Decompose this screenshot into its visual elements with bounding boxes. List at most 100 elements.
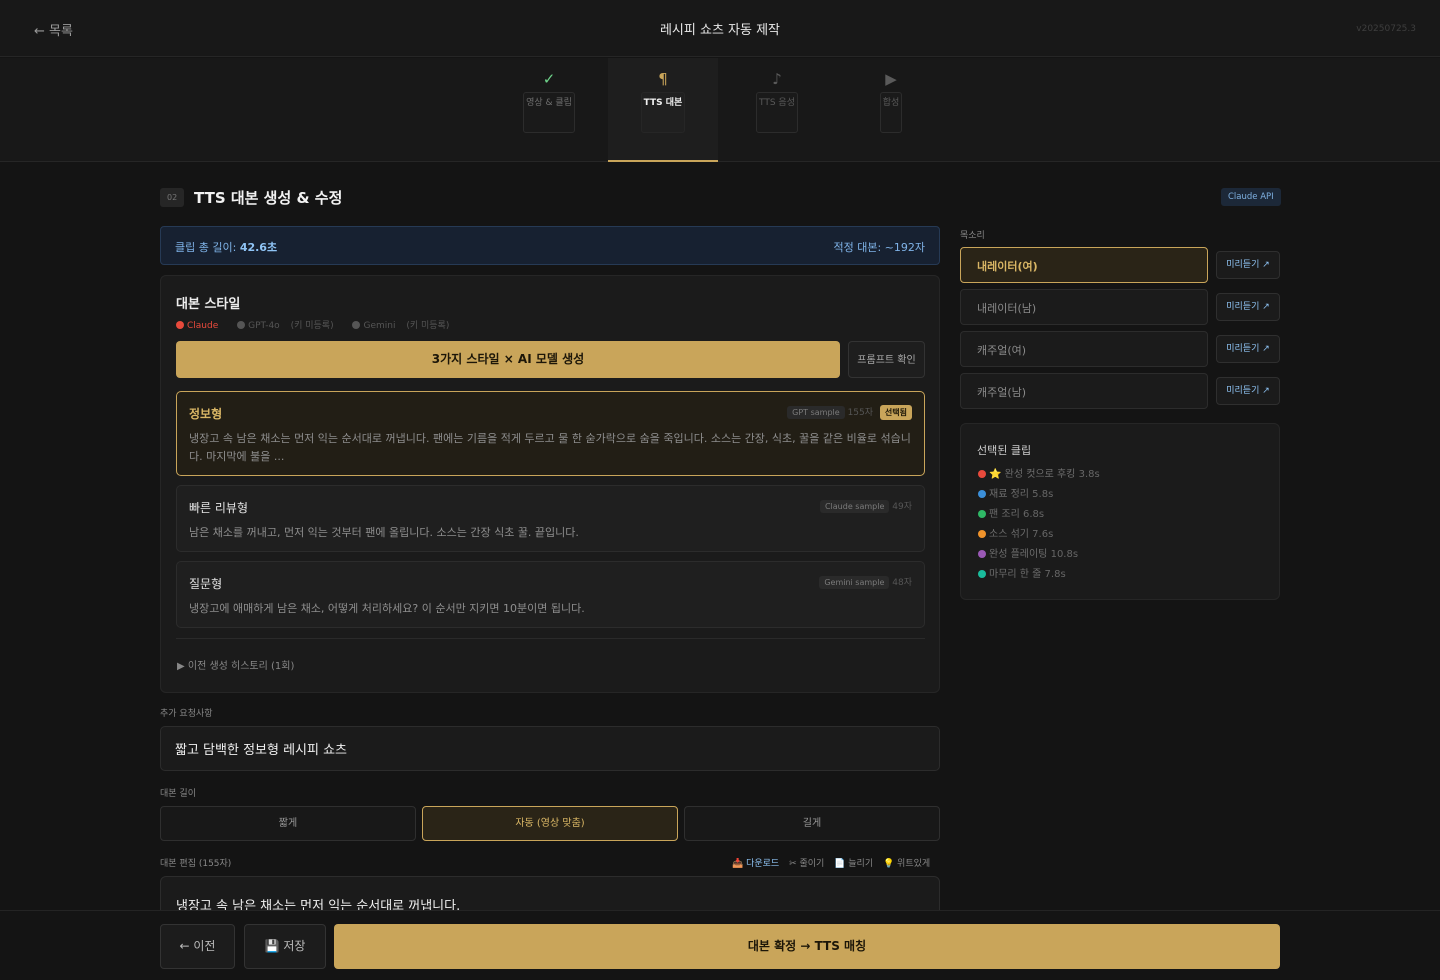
- sample-tag: Gemini sample: [819, 576, 890, 589]
- length-auto-option[interactable]: 자동 (영상 맞춤): [422, 806, 678, 841]
- version-label: v20250725.3: [1356, 24, 1416, 34]
- section-title: TTS 대본 생성 & 수정: [194, 189, 343, 207]
- card-title: 정보형: [189, 407, 223, 421]
- save-button[interactable]: 💾 저장: [244, 924, 326, 969]
- clip-color-dot-icon: [978, 490, 986, 498]
- card-text: 냉장고 속 남은 채소는 먼저 익는 순서대로 꺼냅니다. 팬에는 기름을 적게…: [189, 432, 911, 463]
- status-dot-icon: [352, 321, 361, 329]
- clip-color-dot-icon: [978, 530, 986, 538]
- clip-color-dot-icon: [978, 510, 986, 518]
- extra-request-input[interactable]: 짧고 담백한 정보형 레시피 쇼츠: [160, 726, 940, 771]
- step-tts-script[interactable]: ¶ TTS 대본: [608, 58, 718, 162]
- style-card-quick-review[interactable]: 빠른 리뷰형 Claude sample 49자 남은 채소를 꺼내고, 먼저 …: [176, 485, 925, 552]
- voice-narrator-male[interactable]: 내레이터(남): [960, 289, 1208, 325]
- voice-label: 목소리: [960, 231, 985, 241]
- clip-name: 마무리 한 줄: [989, 569, 1042, 580]
- recommended-length: 적정 대본: ~192자: [833, 241, 925, 254]
- generation-history-toggle[interactable]: ▶ 이전 생성 히스토리 (1회): [177, 657, 294, 672]
- clip-item: 마무리 한 줄 7.8s: [978, 565, 1066, 580]
- length-long-option[interactable]: 길게: [684, 806, 940, 841]
- clip-color-dot-icon: [978, 570, 986, 578]
- pilcrow-icon: ¶: [658, 70, 668, 88]
- model-name: GPT-4o: [248, 321, 280, 331]
- script-length-label: 대본 길이: [160, 789, 196, 799]
- preview-button[interactable]: 미리듣기 ↗: [1216, 377, 1280, 405]
- step-compose[interactable]: ▶ 합성: [836, 58, 946, 162]
- clip-item: 소스 섞기 7.6s: [978, 525, 1053, 540]
- play-icon: ▶: [885, 70, 897, 88]
- status-dot-icon: [176, 321, 184, 329]
- clip-name: 소스 섞기: [989, 529, 1029, 540]
- step-label: 합성: [879, 92, 903, 133]
- confirm-script-button[interactable]: 대본 확정 → TTS 매칭: [334, 924, 1280, 969]
- clip-item: 재료 정리 5.8s: [978, 485, 1053, 500]
- lengthen-button[interactable]: 📄 늘리기: [834, 859, 873, 869]
- style-card-info[interactable]: 정보형 GPT sample 155자 선택됨 냉장고 속 남은 채소는 먼저 …: [176, 391, 925, 476]
- char-count: 155자: [847, 408, 874, 418]
- model-name: Gemini: [363, 321, 396, 331]
- model-name: Claude: [187, 321, 219, 331]
- previous-button[interactable]: ← 이전: [160, 924, 235, 969]
- edit-toolbar: 📥 다운로드 ✂ 줄이기 📄 늘리기 💡 위트있게: [732, 856, 930, 869]
- clip-duration: 6.8s: [1022, 509, 1045, 520]
- divider: [176, 638, 925, 639]
- section-number: 02: [160, 188, 185, 207]
- clip-name: 팬 조리: [989, 509, 1020, 520]
- clip-duration: 5.8s: [1032, 489, 1054, 500]
- clip-duration: 7.8s: [1044, 569, 1066, 580]
- shorten-button[interactable]: ✂ 줄이기: [789, 859, 824, 869]
- step-video-clips[interactable]: ✓ 영상 & 클립: [494, 58, 604, 162]
- preview-button[interactable]: 미리듣기 ↗: [1216, 293, 1280, 321]
- section-header: 02 TTS 대본 생성 & 수정: [160, 187, 342, 208]
- api-badge: Claude API: [1221, 188, 1281, 206]
- style-card-question[interactable]: 질문형 Gemini sample 48자 냉장고에 애매하게 남은 채소, 어…: [176, 561, 925, 628]
- voice-casual-male[interactable]: 캐주얼(남): [960, 373, 1208, 409]
- model-gpt: GPT-4o (키 미등록): [237, 321, 341, 331]
- card-title: 질문형: [189, 577, 223, 591]
- check-icon: ✓: [542, 70, 556, 88]
- app-title: 레시피 쇼츠 자동 제작: [659, 23, 781, 38]
- sample-tag: GPT sample: [787, 406, 845, 419]
- top-bar: ← 목록 레시피 쇼츠 자동 제작 v20250725.3: [0, 0, 1440, 57]
- clip-length-value: 42.6초: [239, 241, 278, 254]
- clip-duration: 10.8s: [1050, 549, 1079, 560]
- clip-color-dot-icon: [978, 470, 986, 478]
- clip-item: ⭐ 완성 컷으로 후킹 3.8s: [978, 465, 1100, 480]
- footer-bar: ← 이전 💾 저장 대본 확정 → TTS 매칭: [0, 910, 1440, 980]
- clip-duration: 3.8s: [1078, 469, 1100, 480]
- clips-title: 선택된 클립: [977, 444, 1032, 457]
- char-count: 49자: [892, 502, 912, 512]
- generate-styles-button[interactable]: 3가지 스타일 × AI 모델 생성: [176, 341, 840, 378]
- card-meta: Gemini sample 48자: [819, 575, 912, 589]
- step-label: TTS 대본: [640, 92, 686, 133]
- preview-button[interactable]: 미리듣기 ↗: [1216, 251, 1280, 279]
- clip-length: 클립 총 길이: 42.6초: [175, 239, 277, 255]
- model-gemini: Gemini (키 미등록): [352, 321, 457, 331]
- music-note-icon: ♪: [772, 70, 782, 88]
- model-claude: Claude: [176, 321, 226, 331]
- clip-length-info: 클립 총 길이: 42.6초 적정 대본: ~192자: [160, 226, 940, 265]
- view-prompt-button[interactable]: 프롬프트 확인: [848, 341, 925, 378]
- preview-button[interactable]: 미리듣기 ↗: [1216, 335, 1280, 363]
- step-tts-voice[interactable]: ♪ TTS 음성: [722, 58, 832, 162]
- script-style-panel: 대본 스타일 Claude GPT-4o (키 미등록) Gemini (키 미…: [160, 275, 940, 693]
- clip-item: 완성 플레이팅 10.8s: [978, 545, 1078, 560]
- length-short-option[interactable]: 짧게: [160, 806, 416, 841]
- model-status: (키 미등록): [406, 321, 450, 331]
- clip-item: 팬 조리 6.8s: [978, 505, 1044, 520]
- sample-tag: Claude sample: [819, 500, 890, 513]
- step-label: 영상 & 클립: [523, 92, 575, 133]
- card-title: 빠른 리뷰형: [189, 501, 249, 515]
- voice-casual-female[interactable]: 캐주얼(여): [960, 331, 1208, 367]
- step-label: TTS 음성: [756, 92, 798, 133]
- clip-length-label: 클립 총 길이:: [175, 241, 237, 254]
- step-bar: ✓ 영상 & 클립 ¶ TTS 대본 ♪ TTS 음성 ▶ 합성: [0, 58, 1440, 162]
- download-button[interactable]: 📥 다운로드: [732, 859, 779, 869]
- card-text: 냉장고에 애매하게 남은 채소, 어떻게 처리하세요? 이 순서만 지키면 10…: [189, 602, 585, 615]
- status-dot-icon: [237, 321, 246, 329]
- model-status: (키 미등록): [290, 321, 334, 331]
- char-count: 48자: [892, 578, 912, 588]
- voice-narrator-female[interactable]: 내레이터(여): [960, 247, 1208, 283]
- clip-color-dot-icon: [978, 550, 986, 558]
- witty-button[interactable]: 💡 위트있게: [883, 859, 930, 869]
